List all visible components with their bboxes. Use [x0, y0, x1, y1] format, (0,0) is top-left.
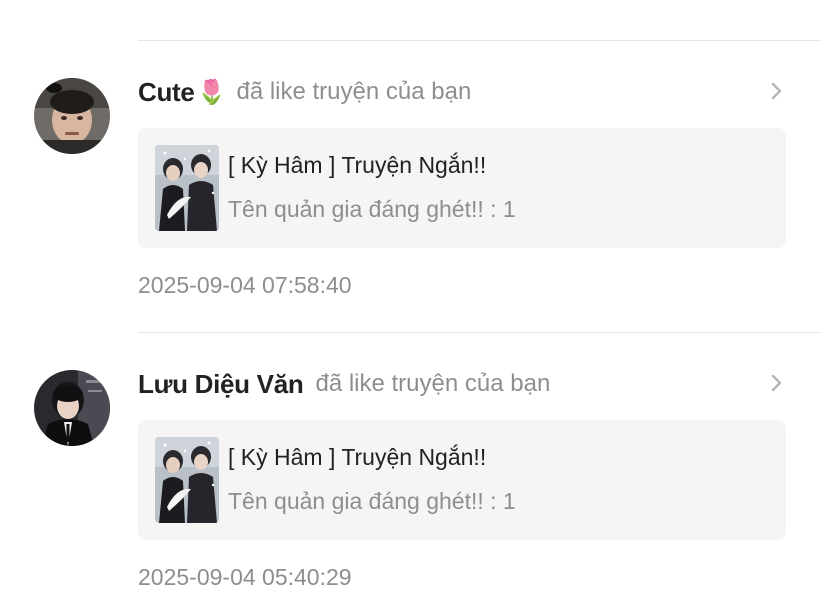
story-cover-icon: [155, 145, 219, 231]
action-text: đã like truyện của bạn: [236, 78, 472, 105]
notification-item[interactable]: Lưu Diệu Văn đã like truyện của bạn [Kỳ…: [0, 336, 821, 600]
story-card[interactable]: [ Kỳ Hâm ] Truyện Ngắn!! Tên quản gia đá…: [138, 420, 786, 540]
user-avatar[interactable]: [34, 370, 110, 446]
notification-item[interactable]: Cute 🌷 đã like truyện của bạn [Kỳ Hâm]…: [0, 44, 821, 314]
avatar-photo-icon: [34, 78, 110, 154]
story-chapter: Tên quản gia đáng ghét!! : 1: [228, 196, 516, 222]
story-card[interactable]: [ Kỳ Hâm ] Truyện Ngắn!! Tên quản gia đá…: [138, 128, 786, 248]
story-chapter: Tên quản gia đáng ghét!! : 1: [228, 488, 516, 514]
story-cover-icon: [155, 437, 219, 523]
notification-list: Cute 🌷 đã like truyện của bạn [Kỳ Hâm]…: [0, 0, 821, 600]
user-name[interactable]: Cute: [138, 77, 195, 108]
timestamp: 2025-09-04 07:58:40: [138, 272, 352, 298]
divider: [138, 332, 821, 333]
tulip-emoji-icon: 🌷: [196, 78, 227, 106]
chevron-right-icon[interactable]: [768, 370, 786, 396]
story-title: [ Kỳ Hâm ] Truyện Ngắn!!: [228, 152, 487, 178]
notification-header: Lưu Diệu Văn đã like truyện của bạn: [138, 366, 550, 402]
avatar-photo-icon: [34, 370, 110, 446]
chevron-right-icon[interactable]: [768, 78, 786, 104]
timestamp: 2025-09-04 05:40:29: [138, 564, 352, 590]
story-title: [ Kỳ Hâm ] Truyện Ngắn!!: [228, 444, 487, 470]
user-name[interactable]: Lưu Diệu Văn: [138, 369, 304, 400]
user-avatar[interactable]: [34, 78, 110, 154]
divider: [138, 40, 821, 41]
action-text: đã like truyện của bạn: [315, 370, 551, 397]
notification-header: Cute 🌷 đã like truyện của bạn: [138, 74, 471, 110]
